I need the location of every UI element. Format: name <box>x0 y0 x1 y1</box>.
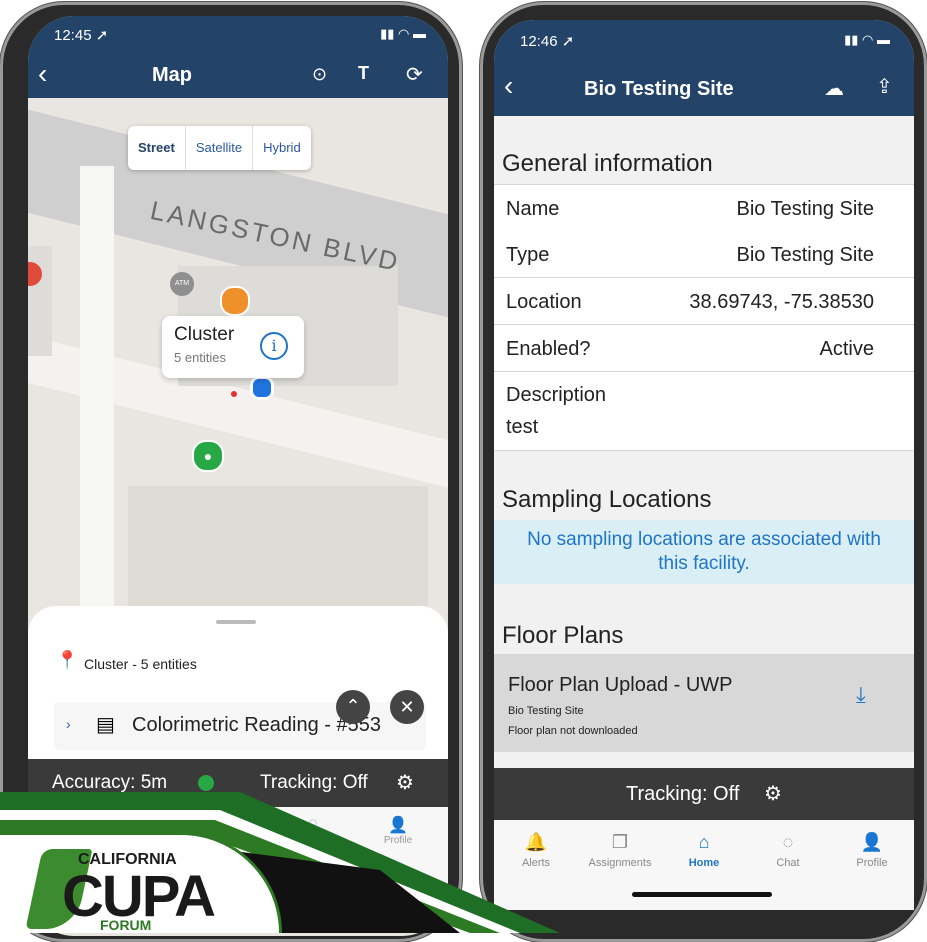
location-pin-icon: 📍 <box>56 650 79 670</box>
nav-bar: ‹ Map ⊙ T ⟳ <box>28 52 448 98</box>
gear-icon[interactable]: ⚙ <box>764 781 782 806</box>
nav-bar: ‹ Bio Testing Site ☁ ⇪ <box>494 56 914 116</box>
back-button[interactable]: ‹ <box>504 70 513 102</box>
sheet-handle[interactable] <box>216 620 256 624</box>
filter-icon[interactable]: T <box>358 63 369 84</box>
tracking-label: Tracking: Off <box>626 783 740 805</box>
callout-title: Cluster <box>174 324 235 345</box>
download-icon[interactable]: ⤓ <box>856 682 866 708</box>
tracking-label: Tracking: Off <box>260 772 368 793</box>
cloud-download-icon[interactable]: ☁ <box>824 76 844 101</box>
close-button[interactable]: ✕ <box>390 690 424 724</box>
page-title: Bio Testing Site <box>584 78 734 100</box>
status-icons: ▮▮ ◠ ▬ <box>380 26 426 41</box>
floor-plan-item[interactable]: Floor Plan Upload - UWP Bio Testing Site… <box>494 654 914 752</box>
current-location-dot <box>250 376 274 400</box>
section-heading-floor-plans: Floor Plans <box>502 622 624 649</box>
status-bar: 12:45 ➚ ▮▮ ◠ ▬ <box>28 16 448 52</box>
section-heading-sampling: Sampling Locations <box>502 486 712 513</box>
page-title: Map <box>152 64 192 86</box>
home-icon: ⌂ <box>698 832 710 852</box>
status-icons: ▮▮ ◠ ▬ <box>844 32 890 47</box>
profile-icon: 👤 <box>388 817 408 834</box>
gear-icon[interactable]: ⚙ <box>396 770 414 795</box>
tab-bar: ◌ 👤 Profile <box>28 807 448 887</box>
upload-icon[interactable]: ⇪ <box>876 74 893 99</box>
cluster-pin[interactable] <box>231 391 237 397</box>
accuracy-bar: Accuracy: 5m Tracking: Off ⚙ <box>28 759 448 807</box>
floor-plan-status: Floor plan not downloaded <box>508 725 638 737</box>
info-row: Name Bio Testing Site <box>494 184 914 232</box>
expand-button[interactable]: ⌃ <box>336 690 370 724</box>
chat-marker[interactable]: ● <box>192 440 224 472</box>
status-bar: 12:46 ➚ ▮▮ ◠ ▬ <box>494 20 914 56</box>
map-type-selector: Street Satellite Hybrid <box>128 126 311 170</box>
document-icon: ▤ <box>96 714 115 736</box>
info-row: Location 38.69743, -75.38530 <box>494 278 914 325</box>
atm-marker[interactable]: ATM <box>170 272 194 296</box>
tab-profile[interactable]: 👤 Profile <box>368 815 428 846</box>
bell-icon: 🔔 <box>524 832 548 852</box>
refresh-icon[interactable]: ⟳ <box>406 62 423 87</box>
back-button[interactable]: ‹ <box>38 58 47 90</box>
status-time: 12:45 ➚ <box>54 27 109 44</box>
profile-icon: 👤 <box>860 832 884 852</box>
tab-alerts[interactable]: 🔔 Alerts <box>494 832 578 869</box>
floor-plan-site: Bio Testing Site <box>508 705 584 717</box>
tab-profile[interactable]: 👤 Profile <box>830 832 914 869</box>
info-icon[interactable]: i <box>260 332 288 360</box>
accuracy-label: Accuracy: 5m <box>52 772 168 793</box>
food-marker[interactable] <box>220 286 250 316</box>
accuracy-indicator <box>198 775 214 791</box>
tab-home[interactable]: ⌂ Home <box>662 832 746 869</box>
tracking-bar: Tracking: Off ⚙ <box>494 768 914 820</box>
floor-plan-title: Floor Plan Upload - UWP <box>508 674 733 696</box>
chat-tab-icon[interactable]: ◌ <box>308 815 318 833</box>
facility-screen: 12:46 ➚ ▮▮ ◠ ▬ ‹ Bio Testing Site ☁ ⇪ Ge… <box>494 20 914 910</box>
list-item[interactable]: › ▤ Colorimetric Reading - #553 <box>54 702 426 750</box>
status-time: 12:46 ➚ <box>520 33 575 50</box>
tab-assignments[interactable]: ❐ Assignments <box>578 832 662 869</box>
callout-subtitle: 5 entities <box>174 350 227 365</box>
assignments-icon: ❐ <box>611 832 629 852</box>
chat-icon: ◌ <box>782 832 794 852</box>
section-heading-general: General information <box>502 150 713 177</box>
info-row: Type Bio Testing Site <box>494 231 914 278</box>
tab-chat[interactable]: ◌ Chat <box>746 832 830 869</box>
sampling-empty-message: No sampling locations are associated wit… <box>494 520 914 584</box>
map-screen: LANGSTON BLVD ATM ● Cluster 5 entities i… <box>28 16 448 936</box>
chevron-right-icon: › <box>66 716 71 732</box>
map-type-street[interactable]: Street <box>128 126 186 170</box>
locate-icon[interactable]: ⊙ <box>312 64 327 85</box>
cluster-label: Cluster - 5 entities <box>84 656 197 672</box>
info-row: Enabled? Active <box>494 325 914 372</box>
description-row: Description test <box>494 372 914 451</box>
home-indicator <box>632 892 772 897</box>
map-type-hybrid[interactable]: Hybrid <box>253 126 311 170</box>
cluster-callout[interactable]: Cluster 5 entities i <box>162 316 304 378</box>
tab-bar: 🔔 Alerts ❐ Assignments ⌂ Home ◌ Chat 👤 Profil… <box>494 820 914 910</box>
map-type-satellite[interactable]: Satellite <box>186 126 254 170</box>
